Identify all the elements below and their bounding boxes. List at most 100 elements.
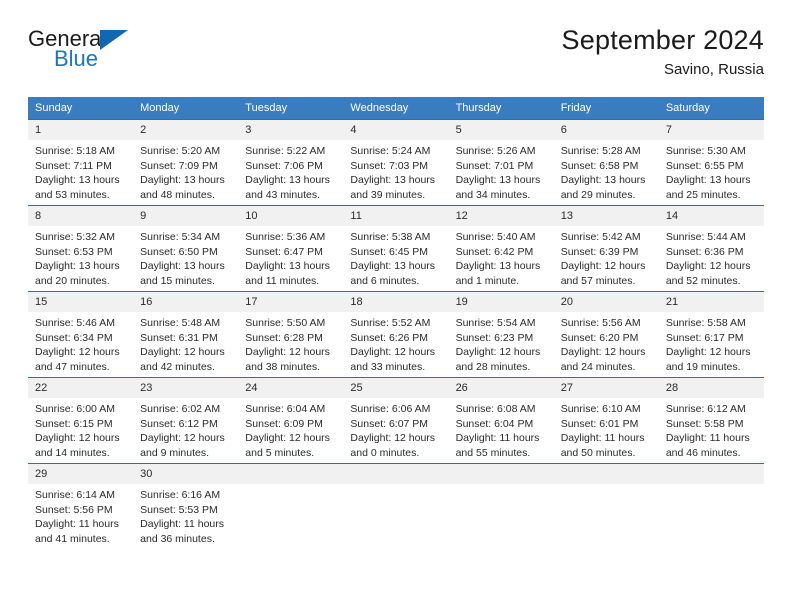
daylight-duration-line2: and 38 minutes. bbox=[245, 360, 320, 373]
day-number: 10 bbox=[238, 206, 344, 226]
daylight-duration-line2: and 6 minutes. bbox=[350, 274, 420, 287]
calendar-day-cell[interactable]: 26 Sunrise: 6:08 AM Sunset: 6:04 PM Dayligh… bbox=[448, 377, 554, 464]
calendar-day-cell[interactable]: 30 Sunrise: 6:16 AM Sunset: 5:53 PM Dayligh… bbox=[133, 463, 239, 550]
calendar-day-cell[interactable]: 2 Sunrise: 5:20 AM Sunset: 7:09 PM Daylight… bbox=[133, 119, 239, 206]
calendar-day-cell[interactable]: 8 Sunrise: 5:32 AM Sunset: 6:53 PM Daylight… bbox=[28, 205, 134, 292]
calendar-week-row: 22 Sunrise: 6:00 AM Sunset: 6:15 PM Dayligh… bbox=[28, 377, 764, 464]
calendar-day-cell[interactable]: 18 Sunrise: 5:52 AM Sunset: 6:26 PM Dayligh… bbox=[343, 291, 449, 378]
day-sun-info: Sunrise: 5:50 AM Sunset: 6:28 PM Daylight:… bbox=[238, 312, 343, 374]
weekday-header-tuesday: Tuesday bbox=[238, 97, 344, 120]
day-number: 21 bbox=[658, 292, 764, 312]
calendar-day-cell[interactable]: 10 Sunrise: 5:36 AM Sunset: 6:47 PM Dayligh… bbox=[238, 205, 344, 292]
calendar-day-cell[interactable]: 6 Sunrise: 5:28 AM Sunset: 6:58 PM Daylight… bbox=[553, 119, 659, 206]
sunrise-time: Sunrise: 5:26 AM bbox=[455, 145, 536, 157]
calendar-week-row: 29 Sunrise: 6:14 AM Sunset: 5:56 PM Dayligh… bbox=[28, 463, 764, 550]
calendar-day-cell[interactable]: 24 Sunrise: 6:04 AM Sunset: 6:09 PM Dayligh… bbox=[238, 377, 344, 464]
calendar-day-cell[interactable]: 29 Sunrise: 6:14 AM Sunset: 5:56 PM Dayligh… bbox=[28, 463, 134, 550]
sunset-time: Sunset: 6:28 PM bbox=[245, 331, 323, 344]
daylight-duration-line1: Daylight: 11 hours bbox=[560, 432, 645, 445]
location-subtitle: Savino, Russia bbox=[663, 61, 764, 78]
sunset-time: Sunset: 6:12 PM bbox=[140, 417, 218, 430]
calendar-day-cell[interactable]: 23 Sunrise: 6:02 AM Sunset: 6:12 PM Dayligh… bbox=[133, 377, 239, 464]
calendar-day-cell[interactable]: 20 Sunrise: 5:56 AM Sunset: 6:20 PM Dayligh… bbox=[553, 291, 659, 378]
day-sun-info: Sunrise: 5:44 AM Sunset: 6:36 PM Daylight:… bbox=[659, 226, 764, 288]
day-sun-info: Sunrise: 6:02 AM Sunset: 6:12 PM Daylight:… bbox=[133, 398, 238, 460]
day-sun-info: Sunrise: 6:10 AM Sunset: 6:01 PM Daylight:… bbox=[554, 398, 659, 460]
calendar-day-cell[interactable]: 3 Sunrise: 5:22 AM Sunset: 7:06 PM Daylight… bbox=[238, 119, 344, 206]
sunset-time: Sunset: 6:15 PM bbox=[35, 417, 113, 430]
day-number: 25 bbox=[343, 378, 449, 398]
sunset-time: Sunset: 6:55 PM bbox=[665, 159, 744, 172]
daylight-duration-line2: and 19 minutes. bbox=[665, 360, 741, 373]
weekday-header-monday: Monday bbox=[133, 97, 239, 120]
calendar-empty-cell bbox=[448, 463, 554, 550]
daylight-duration-line2: and 14 minutes. bbox=[35, 446, 110, 459]
day-sun-info bbox=[554, 484, 659, 488]
daylight-duration-line1: Daylight: 11 hours bbox=[35, 518, 119, 531]
daylight-duration-line2: and 1 minute. bbox=[455, 274, 520, 287]
calendar-week-row: 15 Sunrise: 5:46 AM Sunset: 6:34 PM Dayligh… bbox=[28, 291, 764, 378]
calendar-day-cell[interactable]: 4 Sunrise: 5:24 AM Sunset: 7:03 PM Daylight… bbox=[343, 119, 449, 206]
sunset-time: Sunset: 6:47 PM bbox=[245, 245, 323, 258]
calendar-day-cell[interactable]: 12 Sunrise: 5:40 AM Sunset: 6:42 PM Dayligh… bbox=[448, 205, 554, 292]
page-title: September 2024 bbox=[561, 25, 764, 55]
day-sun-info: Sunrise: 5:36 AM Sunset: 6:47 PM Daylight:… bbox=[238, 226, 343, 288]
daylight-duration-line1: Daylight: 12 hours bbox=[245, 432, 330, 445]
calendar-day-cell[interactable]: 22 Sunrise: 6:00 AM Sunset: 6:15 PM Dayligh… bbox=[28, 377, 134, 464]
calendar-day-cell[interactable]: 21 Sunrise: 5:58 AM Sunset: 6:17 PM Dayligh… bbox=[658, 291, 764, 378]
sunrise-time: Sunrise: 5:40 AM bbox=[455, 231, 536, 243]
day-number: 5 bbox=[448, 120, 554, 140]
day-cell-inner: 15 Sunrise: 5:46 AM Sunset: 6:34 PM Dayligh… bbox=[28, 292, 134, 377]
sunrise-time: Sunrise: 5:42 AM bbox=[560, 231, 641, 243]
calendar-empty-cell bbox=[658, 463, 764, 550]
calendar-empty-cell bbox=[343, 463, 449, 550]
sunrise-time: Sunrise: 5:32 AM bbox=[35, 231, 115, 243]
calendar-day-cell[interactable]: 16 Sunrise: 5:48 AM Sunset: 6:31 PM Dayligh… bbox=[133, 291, 239, 378]
sunset-time: Sunset: 6:53 PM bbox=[35, 245, 113, 258]
calendar-day-cell[interactable]: 5 Sunrise: 5:26 AM Sunset: 7:01 PM Daylight… bbox=[448, 119, 554, 206]
day-number: 7 bbox=[658, 120, 764, 140]
sunset-time: Sunset: 6:50 PM bbox=[140, 245, 218, 258]
day-sun-info bbox=[238, 484, 343, 488]
sunset-time: Sunset: 6:01 PM bbox=[560, 417, 639, 430]
daylight-duration-line2: and 33 minutes. bbox=[350, 360, 426, 373]
calendar-day-cell[interactable]: 17 Sunrise: 5:50 AM Sunset: 6:28 PM Dayligh… bbox=[238, 291, 344, 378]
daylight-duration-line2: and 25 minutes. bbox=[665, 188, 741, 201]
daylight-duration-line1: Daylight: 13 hours bbox=[140, 174, 225, 187]
day-sun-info: Sunrise: 5:42 AM Sunset: 6:39 PM Daylight:… bbox=[554, 226, 659, 288]
daylight-duration-line2: and 15 minutes. bbox=[140, 274, 215, 287]
general-blue-logo: General Blue bbox=[28, 22, 148, 70]
day-cell-inner: 29 Sunrise: 6:14 AM Sunset: 5:56 PM Dayligh… bbox=[28, 464, 134, 550]
day-number: 24 bbox=[238, 378, 344, 398]
day-cell-inner: 30 Sunrise: 6:16 AM Sunset: 5:53 PM Dayligh… bbox=[133, 464, 239, 550]
day-cell-inner: 9 Sunrise: 5:34 AM Sunset: 6:50 PM Daylight… bbox=[133, 206, 239, 291]
daylight-duration-line1: Daylight: 13 hours bbox=[665, 174, 751, 187]
calendar-table: Sunday Monday Tuesday Wednesday Thursday… bbox=[28, 97, 764, 550]
calendar-day-cell[interactable]: 19 Sunrise: 5:54 AM Sunset: 6:23 PM Dayligh… bbox=[448, 291, 554, 378]
calendar-day-cell[interactable]: 1 Sunrise: 5:18 AM Sunset: 7:11 PM Daylight… bbox=[28, 119, 134, 206]
calendar-day-cell[interactable]: 27 Sunrise: 6:10 AM Sunset: 6:01 PM Dayligh… bbox=[553, 377, 659, 464]
calendar-day-cell[interactable]: 7 Sunrise: 5:30 AM Sunset: 6:55 PM Daylight… bbox=[658, 119, 764, 206]
day-sun-info: Sunrise: 6:06 AM Sunset: 6:07 PM Daylight:… bbox=[343, 398, 448, 460]
calendar-empty-cell bbox=[553, 463, 659, 550]
day-cell-inner: 28 Sunrise: 6:12 AM Sunset: 5:58 PM Dayligh… bbox=[658, 378, 764, 463]
calendar-day-cell[interactable]: 13 Sunrise: 5:42 AM Sunset: 6:39 PM Dayligh… bbox=[553, 205, 659, 292]
sunset-time: Sunset: 6:36 PM bbox=[665, 245, 744, 258]
sunrise-time: Sunrise: 5:24 AM bbox=[350, 145, 431, 157]
daylight-duration-line1: Daylight: 13 hours bbox=[245, 174, 330, 187]
sunset-time: Sunset: 5:53 PM bbox=[140, 503, 218, 516]
daylight-duration-line1: Daylight: 13 hours bbox=[35, 174, 120, 187]
day-cell-inner: 22 Sunrise: 6:00 AM Sunset: 6:15 PM Dayligh… bbox=[28, 378, 134, 463]
calendar-day-cell[interactable]: 25 Sunrise: 6:06 AM Sunset: 6:07 PM Dayligh… bbox=[343, 377, 449, 464]
sunrise-time: Sunrise: 6:04 AM bbox=[245, 403, 326, 415]
day-sun-info bbox=[659, 484, 764, 488]
daylight-duration-line2: and 24 minutes. bbox=[560, 360, 636, 373]
day-cell-inner: 14 Sunrise: 5:44 AM Sunset: 6:36 PM Dayligh… bbox=[658, 206, 764, 291]
sunset-time: Sunset: 6:31 PM bbox=[140, 331, 218, 344]
calendar-day-cell[interactable]: 15 Sunrise: 5:46 AM Sunset: 6:34 PM Dayligh… bbox=[28, 291, 134, 378]
calendar-day-cell[interactable]: 14 Sunrise: 5:44 AM Sunset: 6:36 PM Dayligh… bbox=[658, 205, 764, 292]
calendar-day-cell[interactable]: 28 Sunrise: 6:12 AM Sunset: 5:58 PM Dayligh… bbox=[658, 377, 764, 464]
sunrise-time: Sunrise: 6:10 AM bbox=[560, 403, 641, 415]
calendar-day-cell[interactable]: 9 Sunrise: 5:34 AM Sunset: 6:50 PM Daylight… bbox=[133, 205, 239, 292]
calendar-day-cell[interactable]: 11 Sunrise: 5:38 AM Sunset: 6:45 PM Dayligh… bbox=[343, 205, 449, 292]
